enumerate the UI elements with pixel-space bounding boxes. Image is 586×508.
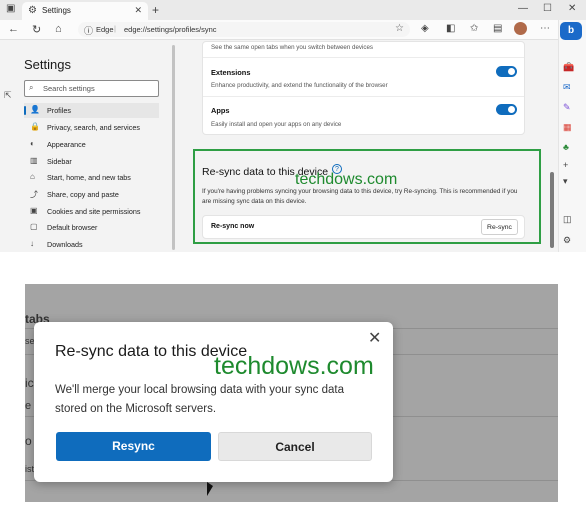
bing-copilot-icon[interactable]: b — [560, 22, 582, 40]
apps-description: Easily install and open your apps on any… — [211, 121, 342, 128]
home-icon[interactable]: ⌂ — [55, 23, 62, 35]
appearance-icon: ◐ — [30, 139, 35, 148]
search-input[interactable]: ⌕ Search settings — [24, 80, 159, 97]
person-icon: 👤 — [30, 105, 40, 114]
office-icon[interactable]: ▦ — [563, 122, 572, 133]
sidebar-settings-icon[interactable]: ⚙ — [563, 235, 571, 246]
sidebar-down-icon[interactable]: ▾ — [563, 176, 568, 187]
minimize-button[interactable]: — — [518, 3, 528, 14]
home-icon: ⌂ — [30, 172, 35, 181]
nav-label: Start, home, and new tabs — [47, 173, 131, 182]
resync-button[interactable]: Re-sync — [481, 219, 518, 235]
close-tab-icon[interactable]: ✕ — [134, 5, 142, 16]
search-placeholder: Search settings — [43, 84, 95, 93]
resync-description: If you're having problems syncing your b… — [202, 188, 518, 205]
site-label: Edge — [96, 25, 114, 34]
nav-label: Share, copy and paste — [47, 190, 119, 199]
nav-label: Cookies and site permissions — [47, 207, 141, 216]
collections-icon[interactable]: ▤ — [493, 23, 502, 34]
tab-strip: ▣ ⚙ Settings ✕ + — ☐ ✕ — [0, 0, 586, 20]
nav-item-appearance[interactable]: ◐ Appearance — [24, 137, 159, 152]
nav-item-sidebar[interactable]: ▥ Sidebar — [24, 154, 159, 169]
games-icon[interactable]: ♣ — [563, 142, 569, 152]
back-arrow-icon[interactable]: ← — [8, 23, 19, 35]
close-icon[interactable]: ✕ — [368, 328, 381, 348]
divider — [203, 57, 524, 58]
watermark: techdows.com — [295, 171, 398, 188]
background-text: ic — [25, 376, 34, 390]
tools-icon[interactable]: ✎ — [563, 102, 571, 113]
url-text[interactable]: edge://settings/profiles/sync — [124, 25, 217, 34]
favorite-star-icon[interactable]: ☆ — [395, 23, 404, 34]
extensions-title: Extensions — [211, 68, 251, 77]
refresh-icon[interactable]: ↻ — [32, 23, 41, 36]
nav-item-start-home[interactable]: ⌂ Start, home, and new tabs — [24, 170, 159, 185]
outlook-icon[interactable]: ✉ — [563, 82, 571, 93]
nav-scrollbar[interactable] — [172, 45, 175, 250]
nav-item-cookies[interactable]: ▣ Cookies and site permissions — [24, 204, 159, 219]
add-sidebar-icon[interactable]: + — [563, 160, 568, 170]
tab-settings[interactable]: ⚙ Settings ✕ — [22, 2, 148, 20]
tabs-description: See the same open tabs when you switch b… — [211, 44, 374, 51]
gear-icon: ⚙ — [28, 5, 37, 16]
hide-sidebar-icon[interactable]: ◫ — [563, 214, 572, 225]
dialog-body: We'll merge your local browsing data wit… — [55, 384, 344, 415]
watermark: techdows.com — [214, 352, 374, 380]
sidebar-icon: ▥ — [30, 156, 38, 165]
shopping-icon[interactable]: 🧰 — [563, 62, 574, 73]
browser-icon: ▢ — [30, 222, 38, 231]
new-tab-button[interactable]: + — [152, 3, 159, 17]
favorites-icon[interactable]: ✩ — [470, 23, 478, 34]
nav-label: Default browser — [47, 223, 98, 232]
share-icon: ⤴ — [30, 190, 38, 199]
nav-item-downloads[interactable]: ↓ Downloads — [24, 237, 159, 252]
background-text: o — [25, 434, 32, 448]
nav-label: Sidebar — [47, 157, 72, 166]
extensions-description: Enhance productivity, and extend the fun… — [211, 82, 388, 89]
apps-toggle[interactable] — [496, 104, 517, 115]
close-window-button[interactable]: ✕ — [568, 3, 576, 14]
nav-item-privacy[interactable]: 🔒 Privacy, search, and services — [24, 120, 159, 135]
nav-label: Downloads — [47, 240, 83, 249]
avatar[interactable] — [514, 22, 527, 35]
address-bar[interactable]: ⓘ Edge | edge://settings/profiles/sync ☆ — [78, 22, 410, 37]
content-scrollbar[interactable] — [550, 172, 554, 248]
nav-label: Privacy, search, and services — [47, 123, 140, 132]
lock-icon: 🔒 — [30, 122, 40, 131]
mouse-cursor-icon — [207, 482, 213, 496]
nav-label: Profiles — [47, 106, 71, 115]
apps-title: Apps — [211, 106, 230, 115]
download-icon: ↓ — [30, 239, 34, 248]
maximize-button[interactable]: ☐ — [543, 3, 552, 14]
resync-now-label: Re-sync now — [211, 223, 255, 230]
browser-window: ▣ ⚙ Settings ✕ + — ☐ ✕ ← ↻ ⌂ ⓘ Edge | ed… — [0, 0, 586, 252]
nav-label: Appearance — [47, 140, 86, 149]
background-text: ist — [25, 464, 34, 474]
search-icon: ⌕ — [29, 83, 34, 92]
cookie-icon: ▣ — [30, 206, 38, 215]
tab-title: Settings — [42, 6, 71, 15]
divider — [203, 96, 524, 97]
resync-confirm-button[interactable]: Resync — [56, 432, 211, 461]
tab-actions-icon[interactable]: ▣ — [6, 3, 15, 14]
extensions-toggle[interactable] — [496, 66, 517, 77]
address-toolbar: ← ↻ ⌂ ⓘ Edge | edge://settings/profiles/… — [0, 20, 586, 40]
cursor-arrow-icon: ⇱ — [4, 90, 12, 100]
background-text: e — [25, 400, 32, 412]
split-screen-icon[interactable]: ◧ — [446, 23, 455, 34]
nav-item-share[interactable]: ⤴ Share, copy and paste — [24, 187, 159, 202]
nav-item-profiles[interactable]: 👤 Profiles — [24, 103, 159, 118]
more-options-icon[interactable]: ⋯ — [540, 23, 550, 34]
address-separator: | — [114, 24, 116, 33]
cancel-button[interactable]: Cancel — [218, 432, 372, 461]
site-info-icon[interactable]: ⓘ — [84, 24, 93, 37]
page-title: Settings — [24, 57, 71, 72]
nav-item-default-browser[interactable]: ▢ Default browser — [24, 220, 159, 235]
extension-icon[interactable]: ◈ — [421, 23, 429, 34]
